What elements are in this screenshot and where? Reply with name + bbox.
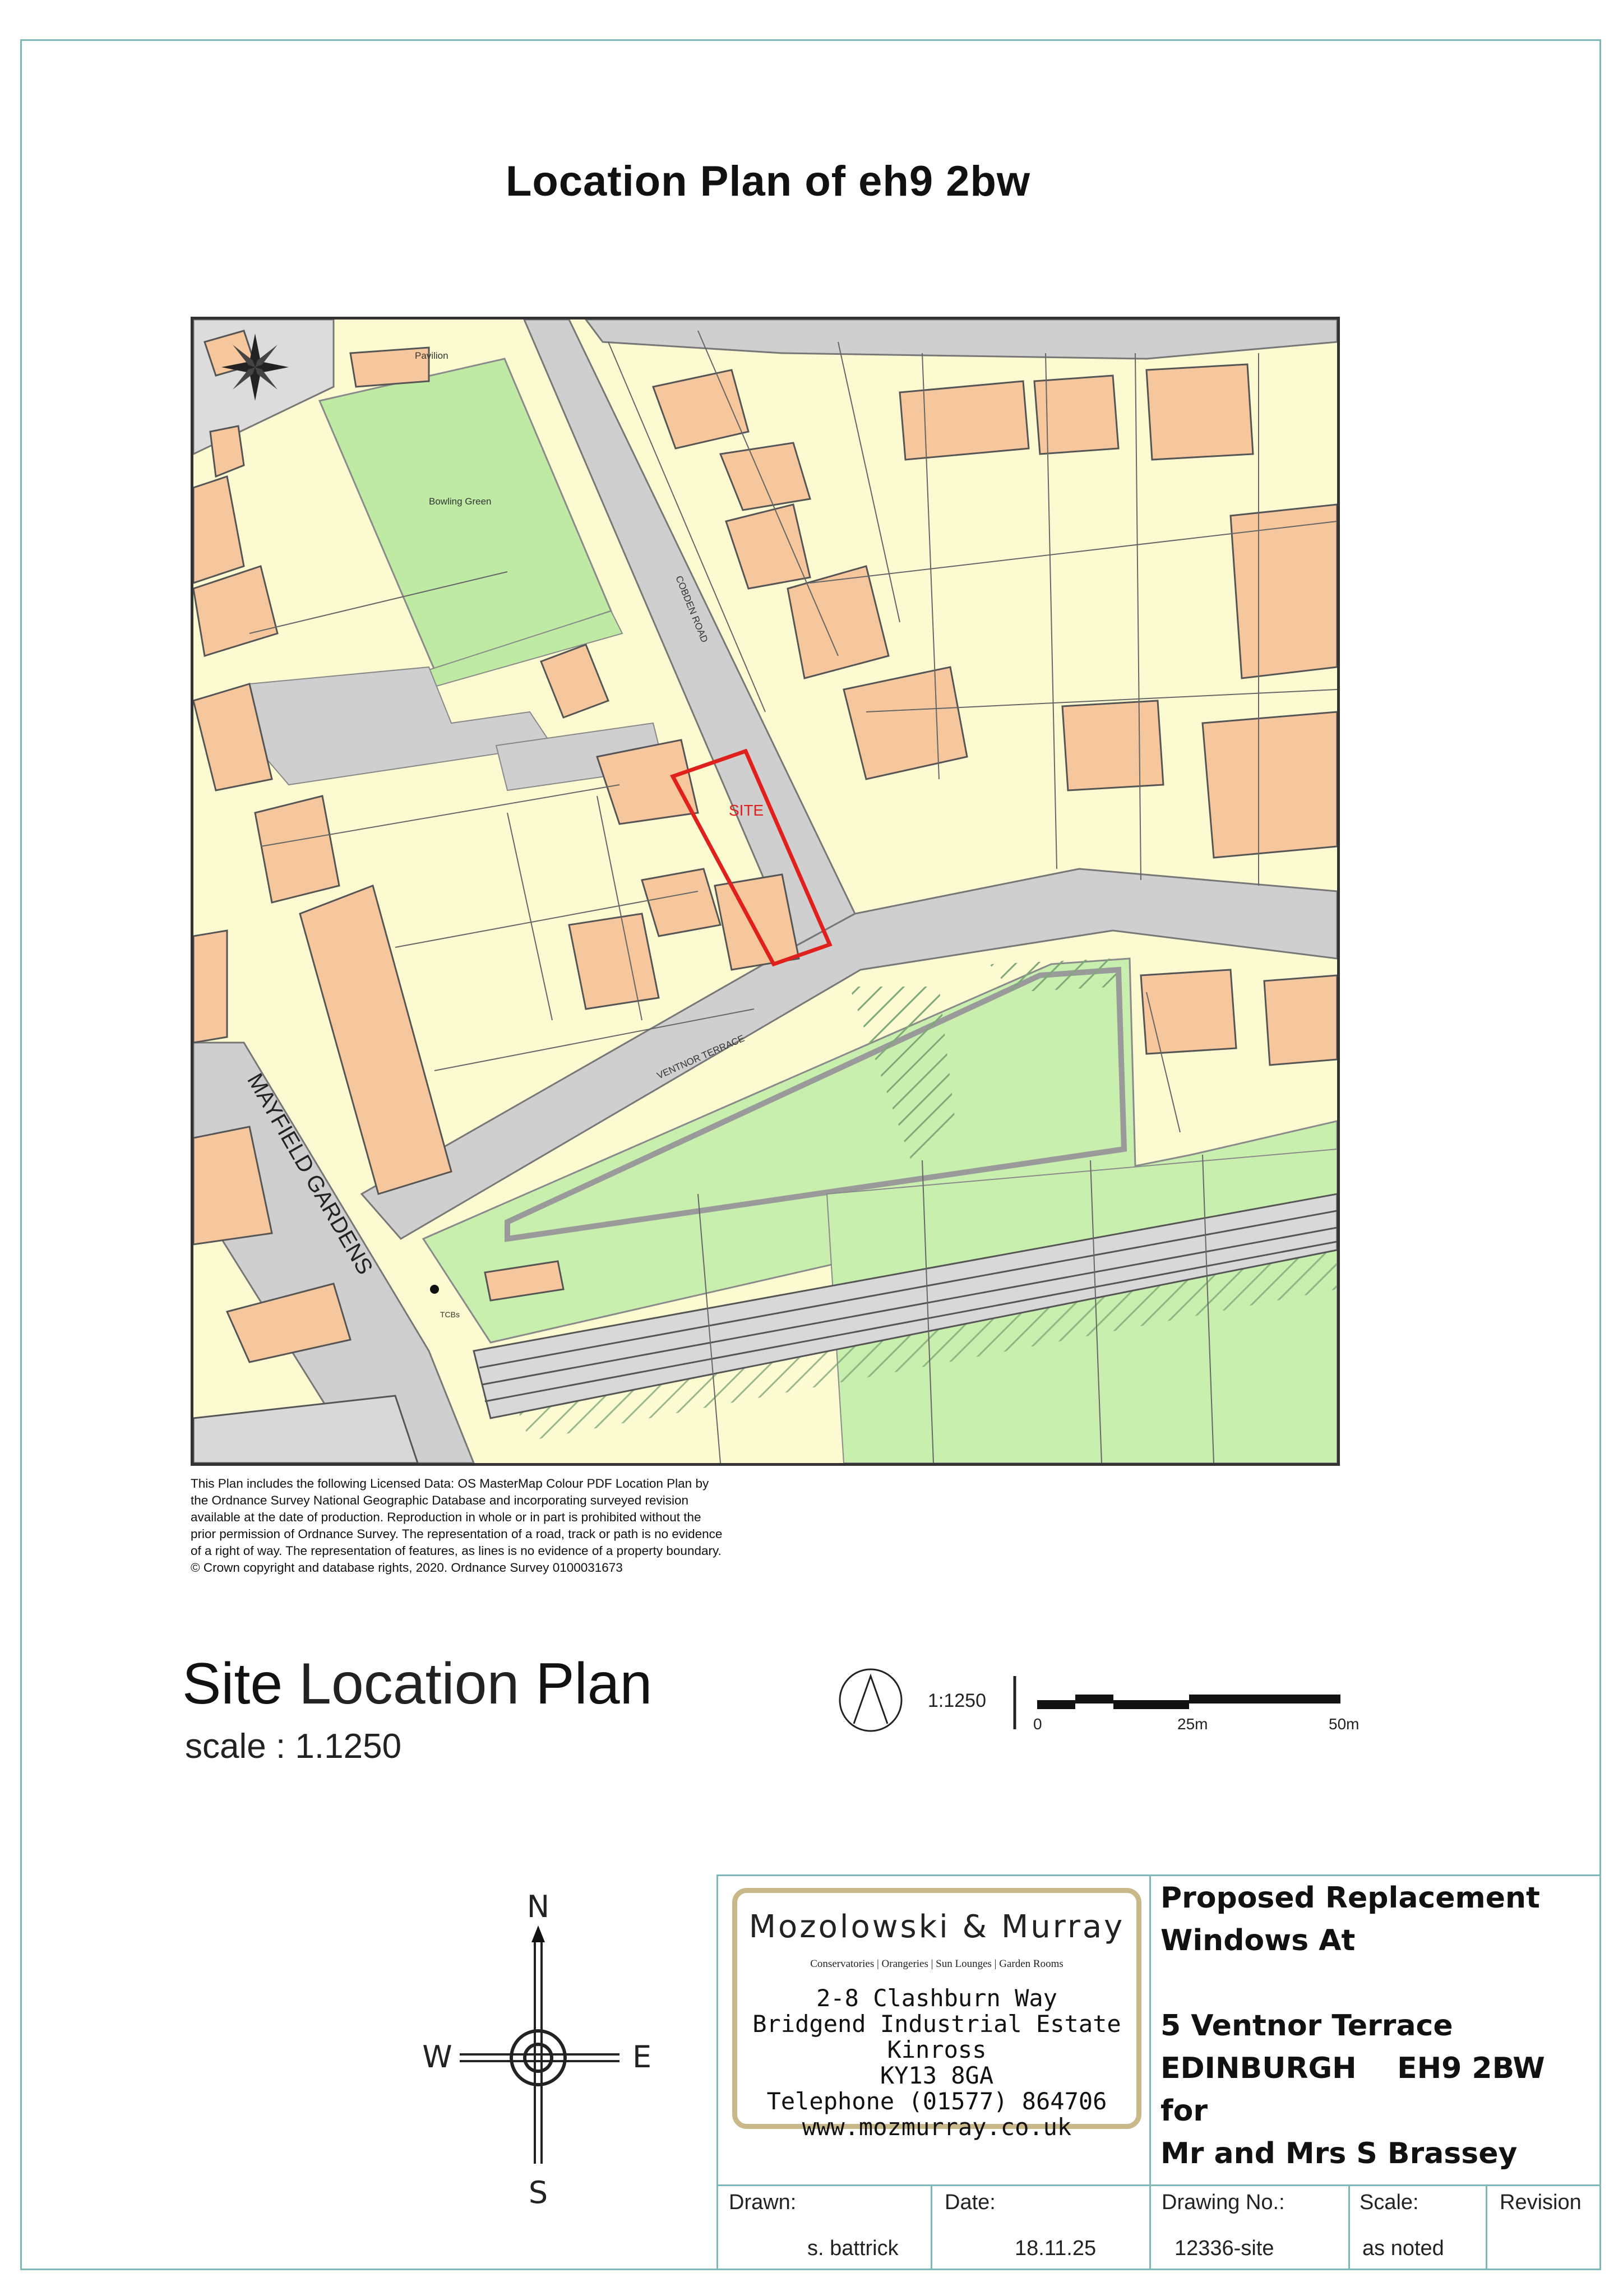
building bbox=[899, 380, 1030, 461]
scale-north-arrow-icon bbox=[853, 1673, 889, 1724]
label-bowling-green: Bowling Green bbox=[429, 496, 492, 507]
compass-e: E bbox=[632, 2039, 651, 2075]
scale-label: Scale: bbox=[1360, 2191, 1419, 2214]
scale-bar: 1:1250 0 25m 50m bbox=[835, 1668, 1396, 1752]
site-scale-text: scale : 1.1250 bbox=[185, 1727, 402, 1766]
site-location-heading: Site Location Plan bbox=[182, 1651, 652, 1718]
scale-tick-25: 25m bbox=[1177, 1715, 1208, 1733]
date-value: 18.11.25 bbox=[1015, 2237, 1097, 2260]
building bbox=[1263, 974, 1337, 1066]
company-name: Mozolowski & Murray bbox=[748, 1909, 1125, 1945]
revision-label: Revision bbox=[1500, 2191, 1582, 2214]
building bbox=[1201, 711, 1337, 859]
project-line: Proposed Replacement bbox=[1160, 1881, 1540, 1915]
drawing-no-value: 12336-site bbox=[1175, 2237, 1274, 2260]
scale-value: as noted bbox=[1362, 2237, 1444, 2260]
north-arrowhead-icon bbox=[531, 1925, 545, 1942]
scale-segment bbox=[1113, 1700, 1189, 1709]
address-phone: Telephone (01577) 864706 bbox=[766, 2087, 1107, 2115]
footer-divider bbox=[931, 2184, 932, 2270]
building bbox=[1140, 969, 1237, 1055]
heading-location: Location bbox=[283, 1651, 536, 1716]
address-website: www.mozmurray.co.uk bbox=[802, 2113, 1072, 2141]
address-line: Bridgend Industrial Estate bbox=[752, 2010, 1121, 2038]
project-client: Mr and Mrs S Brassey bbox=[1160, 2137, 1518, 2170]
scale-segment bbox=[1189, 1695, 1340, 1704]
company-address: 2-8 Clashburn Way Bridgend Industrial Es… bbox=[737, 1985, 1136, 2140]
building bbox=[1145, 363, 1254, 461]
compass-n: N bbox=[527, 1889, 549, 1924]
label-pavilion: Pavilion bbox=[415, 350, 448, 361]
heading-plan: Plan bbox=[535, 1651, 653, 1716]
compass-outer-circle-icon bbox=[510, 2029, 567, 2086]
scale-segment bbox=[1037, 1700, 1075, 1709]
footer-divider bbox=[1486, 2184, 1487, 2270]
project-line: for bbox=[1160, 2094, 1208, 2128]
building bbox=[1061, 700, 1164, 791]
title-block-divider bbox=[1149, 1874, 1151, 2184]
footer-top-line bbox=[716, 2184, 1601, 2186]
label-tcbs: TCBs bbox=[440, 1310, 460, 1319]
project-spacer bbox=[1160, 1962, 1587, 2005]
label-site: SITE bbox=[729, 802, 764, 819]
scale-tick-50: 50m bbox=[1329, 1715, 1359, 1733]
location-map: Pavilion Bowling Green COBDEN ROAD VENTN… bbox=[191, 317, 1340, 1466]
building bbox=[568, 913, 660, 1010]
plan-title: Location Plan of eh9 2bw bbox=[505, 158, 1031, 205]
building bbox=[193, 929, 228, 1044]
project-city: EDINBURGH EH9 2BW bbox=[1160, 2052, 1545, 2085]
address-line: Kinross bbox=[887, 2036, 987, 2063]
heading-site: Site bbox=[182, 1651, 283, 1716]
compass-rose: N S W E bbox=[404, 1883, 673, 2210]
drawn-label: Drawn: bbox=[729, 2191, 797, 2214]
address-line: KY13 8GA bbox=[880, 2062, 994, 2089]
scale-segment bbox=[1075, 1695, 1113, 1704]
drawn-value: s. battrick bbox=[807, 2237, 899, 2260]
drawing-no-label: Drawing No.: bbox=[1162, 2191, 1285, 2214]
project-description: Proposed Replacement Windows At 5 Ventno… bbox=[1160, 1877, 1587, 2175]
address-line: 2-8 Clashburn Way bbox=[816, 1984, 1057, 2012]
map-drawing: Pavilion Bowling Green COBDEN ROAD VENTN… bbox=[193, 320, 1337, 1463]
compass-w: W bbox=[422, 2039, 452, 2075]
scale-tick-0: 0 bbox=[1033, 1715, 1042, 1733]
compass-s: S bbox=[529, 2175, 548, 2209]
scale-ratio: 1:1250 bbox=[928, 1690, 986, 1711]
company-logo-box: Mozolowski & Murray Conservatories | Ora… bbox=[732, 1888, 1141, 2140]
company-tagline: Conservatories | Orangeries | Sun Lounge… bbox=[810, 1958, 1063, 1970]
footer-divider bbox=[1348, 2184, 1350, 2270]
project-address: 5 Ventnor Terrace bbox=[1160, 2009, 1453, 2043]
hatched-area-2 bbox=[989, 959, 1118, 992]
project-line: Windows At bbox=[1160, 1924, 1356, 1957]
date-label: Date: bbox=[945, 2191, 996, 2214]
footer-divider bbox=[1149, 2184, 1151, 2270]
licence-text: This Plan includes the following License… bbox=[191, 1476, 723, 1575]
building bbox=[1229, 503, 1337, 679]
tcb-marker bbox=[430, 1285, 439, 1294]
